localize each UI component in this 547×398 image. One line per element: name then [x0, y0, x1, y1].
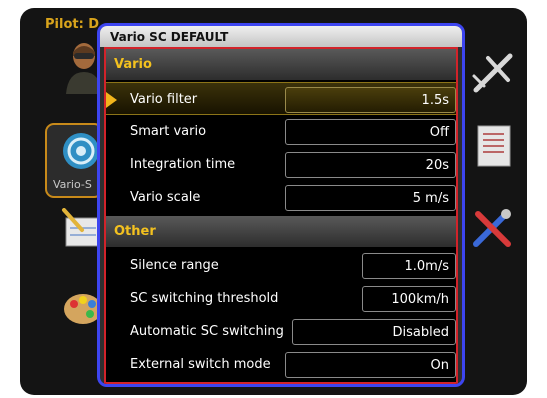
row-external-switch-mode[interactable]: External switch mode On — [106, 348, 456, 381]
dialog-body: Vario Vario filter 1.5s Smart vario Off … — [104, 47, 458, 384]
row-label: Integration time — [130, 157, 236, 172]
vario-icon — [63, 133, 99, 169]
row-label: Vario scale — [130, 190, 201, 205]
glider-icon[interactable] — [470, 50, 516, 96]
row-sc-switching-threshold[interactable]: SC switching threshold 100km/h — [106, 282, 456, 315]
row-label: External switch mode — [130, 357, 271, 372]
row-label: SC switching threshold — [130, 291, 279, 306]
row-value-integration-time[interactable]: 20s — [285, 152, 456, 178]
row-vario-filter[interactable]: Vario filter 1.5s — [106, 82, 456, 115]
section-header-other: Other — [106, 216, 456, 247]
row-smart-vario[interactable]: Smart vario Off — [106, 115, 456, 148]
row-vario-scale[interactable]: Vario scale 5 m/s — [106, 181, 456, 214]
tools-icon[interactable] — [470, 206, 514, 250]
row-label: Silence range — [130, 258, 219, 273]
logbook-icon[interactable] — [474, 124, 514, 168]
row-label: Vario filter — [130, 92, 198, 107]
row-value-automatic-sc-switching[interactable]: Disabled — [292, 319, 456, 345]
row-value-vario-filter[interactable]: 1.5s — [285, 87, 456, 113]
dialog-title: Vario SC DEFAULT — [100, 26, 462, 47]
row-value-external-switch-mode[interactable]: On — [285, 352, 456, 378]
vario-card-label: Vario-S — [53, 178, 92, 191]
row-value-smart-vario[interactable]: Off — [285, 119, 456, 145]
row-value-vario-scale[interactable]: 5 m/s — [285, 185, 456, 211]
row-integration-time[interactable]: Integration time 20s — [106, 148, 456, 181]
section-header-vario: Vario — [106, 49, 456, 80]
pilot-label: Pilot: D — [45, 17, 100, 32]
row-value-silence-range[interactable]: 1.0m/s — [362, 253, 456, 279]
row-automatic-sc-switching[interactable]: Automatic SC switching Disabled — [106, 315, 456, 348]
row-value-sc-switching-threshold[interactable]: 100km/h — [362, 286, 456, 312]
row-label: Automatic SC switching — [130, 324, 284, 339]
row-silence-range[interactable]: Silence range 1.0m/s — [106, 249, 456, 282]
selection-arrow-icon — [106, 92, 117, 108]
vario-settings-dialog: Vario SC DEFAULT Vario Vario filter 1.5s… — [97, 23, 465, 387]
row-label: Smart vario — [130, 124, 207, 139]
